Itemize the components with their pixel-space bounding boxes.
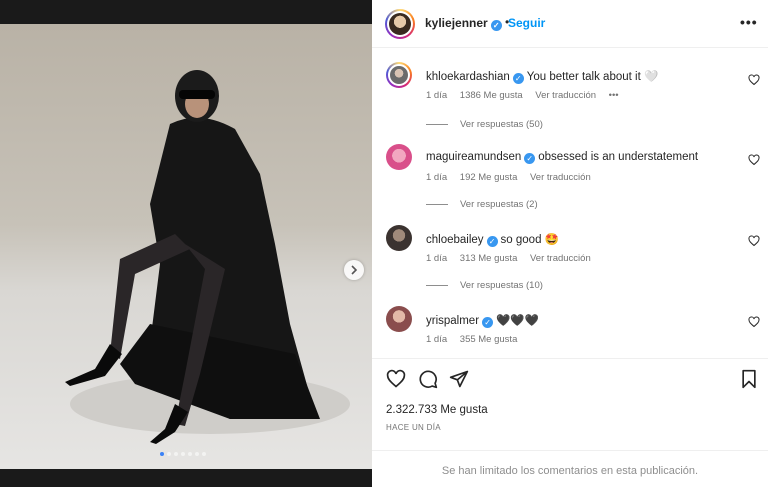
- comment-meta: 1 día 313 Me gusta Ver traducción: [426, 253, 601, 264]
- media-bottom-bar: [0, 469, 372, 487]
- comment-meta: 1 día 192 Me gusta Ver traducción: [426, 172, 601, 183]
- verified-icon: ✓: [486, 236, 498, 247]
- comment-likes[interactable]: 355 Me gusta: [460, 334, 518, 345]
- comment-time: 1 día: [426, 172, 448, 183]
- translate-link[interactable]: Ver traducción: [535, 90, 596, 101]
- post-media[interactable]: [0, 24, 372, 469]
- carousel-dot: [188, 452, 192, 456]
- comment-line: khloekardashian ✓ You better talk about it…: [426, 69, 658, 84]
- verified-icon: ✓: [490, 20, 502, 31]
- comments-list[interactable]: khloekardashian ✓ You better talk about it…: [372, 48, 768, 358]
- comment-line: yrispalmer ✓ 🖤🖤🖤: [426, 313, 539, 328]
- carousel-dot: [160, 452, 164, 456]
- commenter-avatar[interactable]: [386, 144, 412, 170]
- comment-time: 1 día: [426, 90, 448, 101]
- commenter-avatar[interactable]: [386, 306, 412, 332]
- follow-button[interactable]: Seguir: [508, 16, 545, 30]
- post-header: kyliejenner ✓ • Seguir •••: [372, 0, 768, 48]
- comment-text: so good 🤩: [500, 234, 559, 246]
- comment-more-icon[interactable]: •••: [609, 90, 619, 101]
- verified-icon: ✓: [482, 317, 494, 328]
- commenter-username[interactable]: maguireamundsen: [426, 151, 521, 163]
- commenter-username[interactable]: chloebailey: [426, 234, 484, 246]
- comment-icon[interactable]: [418, 369, 438, 389]
- post-modal: kyliejenner ✓ • Seguir ••• khloekardashia…: [0, 0, 768, 487]
- like-heart-icon[interactable]: [386, 369, 406, 389]
- heart-icon[interactable]: [748, 316, 760, 328]
- comment-text: obsessed is an understatement: [538, 151, 699, 163]
- verified-icon: ✓: [512, 73, 524, 84]
- media-top-bar: [0, 0, 372, 24]
- carousel-dot: [167, 452, 171, 456]
- comment-line: maguireamundsen ✓ obsessed is an understat…: [426, 151, 698, 164]
- author-avatar[interactable]: [385, 9, 415, 39]
- share-icon[interactable]: [449, 369, 469, 389]
- bookmark-icon[interactable]: [739, 369, 759, 389]
- comment-likes[interactable]: 313 Me gusta: [460, 253, 518, 264]
- commenter-avatar[interactable]: [386, 225, 412, 251]
- author-username[interactable]: kyliejenner ✓: [425, 16, 502, 31]
- comment-likes[interactable]: 1386 Me gusta: [460, 90, 523, 101]
- carousel-next-button[interactable]: [344, 260, 364, 280]
- heart-icon[interactable]: [748, 154, 760, 166]
- carousel-dot: [174, 452, 178, 456]
- comment-text: You better talk about it 🤍: [526, 71, 659, 83]
- heart-icon[interactable]: [748, 235, 760, 247]
- heart-icon[interactable]: [748, 74, 760, 86]
- comment-line: chloebailey ✓ so good 🤩: [426, 232, 559, 247]
- comments-limited-notice: Se han limitado los comentarios en esta …: [372, 450, 768, 487]
- view-replies[interactable]: Ver respuestas (10): [426, 280, 543, 291]
- view-replies[interactable]: Ver respuestas (50): [426, 119, 543, 130]
- carousel-dot: [195, 452, 199, 456]
- post-photo: [65, 70, 350, 444]
- commenter-username[interactable]: yrispalmer: [426, 315, 479, 327]
- more-icon[interactable]: •••: [740, 14, 758, 30]
- commenter-username[interactable]: khloekardashian: [426, 71, 510, 83]
- comment-meta: 1 día 355 Me gusta: [426, 334, 527, 345]
- chevron-right-icon: [351, 265, 358, 275]
- verified-icon: ✓: [524, 153, 536, 164]
- carousel-dots: [160, 452, 206, 456]
- translate-link[interactable]: Ver traducción: [530, 253, 591, 264]
- carousel-dot: [202, 452, 206, 456]
- comment-time: 1 día: [426, 253, 448, 264]
- comment-time: 1 día: [426, 334, 448, 345]
- post-likes-count[interactable]: 2.322.733 Me gusta: [386, 404, 488, 416]
- post-date: HACE UN DÍA: [386, 423, 441, 432]
- commenter-avatar[interactable]: [386, 62, 412, 88]
- post-panel: kyliejenner ✓ • Seguir ••• khloekardashia…: [372, 0, 768, 487]
- view-replies[interactable]: Ver respuestas (2): [426, 199, 538, 210]
- comment-likes[interactable]: 192 Me gusta: [460, 172, 518, 183]
- post-actions: 2.322.733 Me gusta HACE UN DÍA: [372, 358, 768, 450]
- comment-meta: 1 día 1386 Me gusta Ver traducción •••: [426, 90, 629, 101]
- carousel-dot: [181, 452, 185, 456]
- translate-link[interactable]: Ver traducción: [530, 172, 591, 183]
- comment-text: 🖤🖤🖤: [496, 315, 540, 327]
